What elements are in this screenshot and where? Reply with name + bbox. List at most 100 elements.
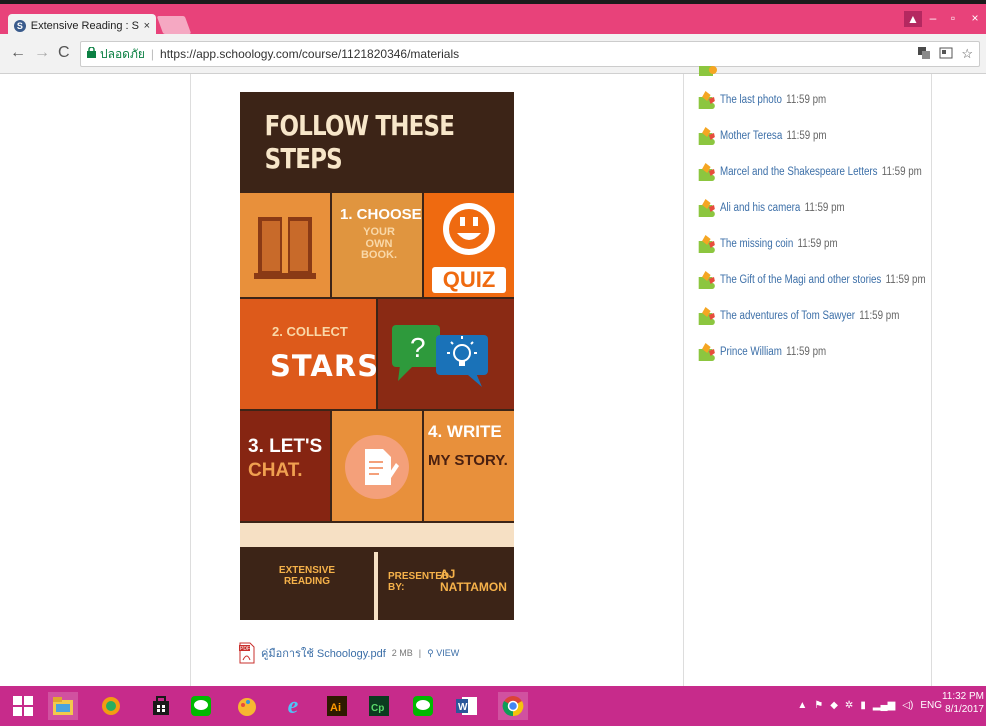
secure-label: ปลอดภัย [100,46,145,61]
open-book-icon [254,217,316,279]
puzzle-piece-icon [698,343,715,361]
chat-block: 3. LET'S CHAT. [240,411,330,521]
address-bar[interactable]: ปลอดภัย | https://app.schoology.com/cour… [80,41,980,67]
right-column-divider [931,74,932,686]
left-column-divider [190,74,191,686]
puzzle-piece-icon [698,235,715,253]
volume-icon[interactable]: ◁) [902,700,913,711]
attachment-size: 2 MB [391,648,413,658]
attachment-separator: | [418,648,422,658]
user-profile-icon[interactable]: ▲ [904,11,922,27]
assignment-title[interactable]: Marcel and the Shakespeare Letters [720,166,878,178]
chat-app-icon[interactable] [186,692,216,720]
address-separator: | [150,47,155,61]
assignment-title[interactable]: The Gift of the Magi and other stories [720,274,881,286]
battery-icon[interactable]: ▮ [860,700,866,711]
list-item[interactable]: Marcel and the Shakespeare Letters 11:59 … [697,154,922,190]
list-item[interactable]: Prince William 11:59 pm [697,334,894,370]
cream-band [240,523,514,547]
assignment-title[interactable]: The missing coin [720,238,793,250]
svg-text:?: ? [410,332,426,363]
list-item[interactable]: Ali and his camera 11:59 pm [697,190,894,226]
list-item[interactable]: The last photo 11:59 pm [697,82,894,118]
language-indicator[interactable]: ENG [920,700,942,711]
partial-puzzle-icon [697,66,719,76]
clock-time: 11:32 PM [941,691,984,702]
svg-text:W: W [458,702,468,713]
step1-heading: 1. CHOOSE [340,206,422,223]
tray-expand-icon[interactable]: ▲ [797,700,807,711]
new-tab-button[interactable] [156,16,192,34]
assignment-due-time: 11:59 pm [786,94,827,106]
windows-taskbar: e Ai Cp W ▲ ⚑ ◆ ✲ ▮ ▂▄▆ ◁) ENG 11:32 PM … [0,686,986,726]
tray-app-icon[interactable]: ◆ [830,700,838,711]
illustrator-icon[interactable]: Ai [322,692,352,720]
list-item[interactable]: The Gift of the Magi and other stories 11… [697,262,926,298]
file-explorer-icon[interactable] [48,692,78,720]
assignment-title[interactable]: Prince William [720,346,782,358]
footer-presented-by: PRESENTED BY: [388,571,450,593]
network-icon[interactable]: ▂▄▆ [873,700,895,711]
extension-icon[interactable] [939,46,953,63]
captivate-icon[interactable]: Cp [364,692,394,720]
collect-block: 2. COLLECT STARS. [240,299,390,409]
app-orange-circle-icon[interactable] [96,692,126,720]
attachment-filename[interactable]: คู่มือการใช้ Schoology.pdf [261,644,386,662]
view-link[interactable]: ⚲ VIEW [427,648,459,659]
forward-button[interactable]: → [34,44,50,62]
assignment-title[interactable]: The adventures of Tom Sawyer [720,310,855,322]
svg-text:Cp: Cp [371,703,384,714]
bubbles-block: ? [378,299,514,409]
store-icon[interactable] [146,692,176,720]
document-block [332,411,422,521]
minimize-button[interactable]: – [924,8,942,28]
write-block: 4. WRITE MY STORY. [424,411,514,521]
windows-start-icon[interactable] [8,692,38,720]
step2-subtext: STARS. [270,349,392,383]
tab-title: Extensive Reading : Secti [30,20,139,32]
quiz-label: QUIZ [432,267,506,293]
line-messenger-icon[interactable] [408,692,438,720]
list-item[interactable]: The missing coin 11:59 pm [697,226,894,262]
list-item[interactable]: The adventures of Tom Sawyer 11:59 pm [697,298,899,334]
assignment-due-time: 11:59 pm [881,166,922,178]
url-text[interactable]: https://app.schoology.com/course/1121820… [160,47,459,61]
svg-text:Ai: Ai [330,702,341,714]
maximize-button[interactable]: ▫ [944,8,962,28]
translate-icon[interactable] [917,46,931,63]
settings-tray-icon[interactable]: ✲ [845,700,853,711]
step1-subtext: YOUR OWN BOOK. [360,226,398,262]
assignment-title[interactable]: Mother Teresa [720,130,782,142]
close-window-button[interactable]: × [964,8,986,28]
puzzle-piece-icon [698,127,715,145]
puzzle-piece-icon [698,199,715,217]
puzzle-piece-icon [698,163,715,181]
system-clock[interactable]: 11:32 PM 8/1/2017 [942,690,984,716]
smiley-icon [443,203,495,255]
edge-browser-icon[interactable]: e [278,692,308,720]
browser-toolbar: ← → C ปลอดภัย | https://app.schoology.co… [0,34,986,74]
pdf-file-icon: PDF [239,642,255,664]
quiz-block: QUIZ [424,193,514,297]
paint-app-icon[interactable] [232,692,262,720]
list-item[interactable]: Mother Teresa 11:59 pm [697,118,894,154]
assignment-list: The last photo 11:59 pm Mother Teresa 11:59… [697,82,929,370]
assignment-title[interactable]: The last photo [720,94,782,106]
back-button[interactable]: ← [10,44,26,62]
assignment-title[interactable]: Ali and his camera [720,202,800,214]
follow-these-steps-poster[interactable]: FOLLOW THESE STEPS 1. CHOOSE YOUR OWN BO… [240,92,514,620]
choose-block: 1. CHOOSE YOUR OWN BOOK. [332,193,422,297]
footer-author: AJ NATTAMON [440,567,507,594]
tab-close-icon[interactable]: × [144,20,150,32]
footer-right-block: PRESENTED BY: AJ NATTAMON [378,552,514,620]
footer-extensive-reading: EXTENSIVE READING [278,565,336,587]
bookmark-star-icon[interactable]: ☆ [961,46,973,63]
document-edit-icon [345,435,409,499]
magnifier-icon: ⚲ [427,647,434,658]
puzzle-piece-icon [698,307,715,325]
assignment-due-time: 11:59 pm [859,310,900,322]
chrome-browser-icon[interactable] [498,692,528,720]
word-icon[interactable]: W [452,692,482,720]
flag-icon[interactable]: ⚑ [814,700,823,711]
reload-button[interactable]: C [58,44,70,62]
